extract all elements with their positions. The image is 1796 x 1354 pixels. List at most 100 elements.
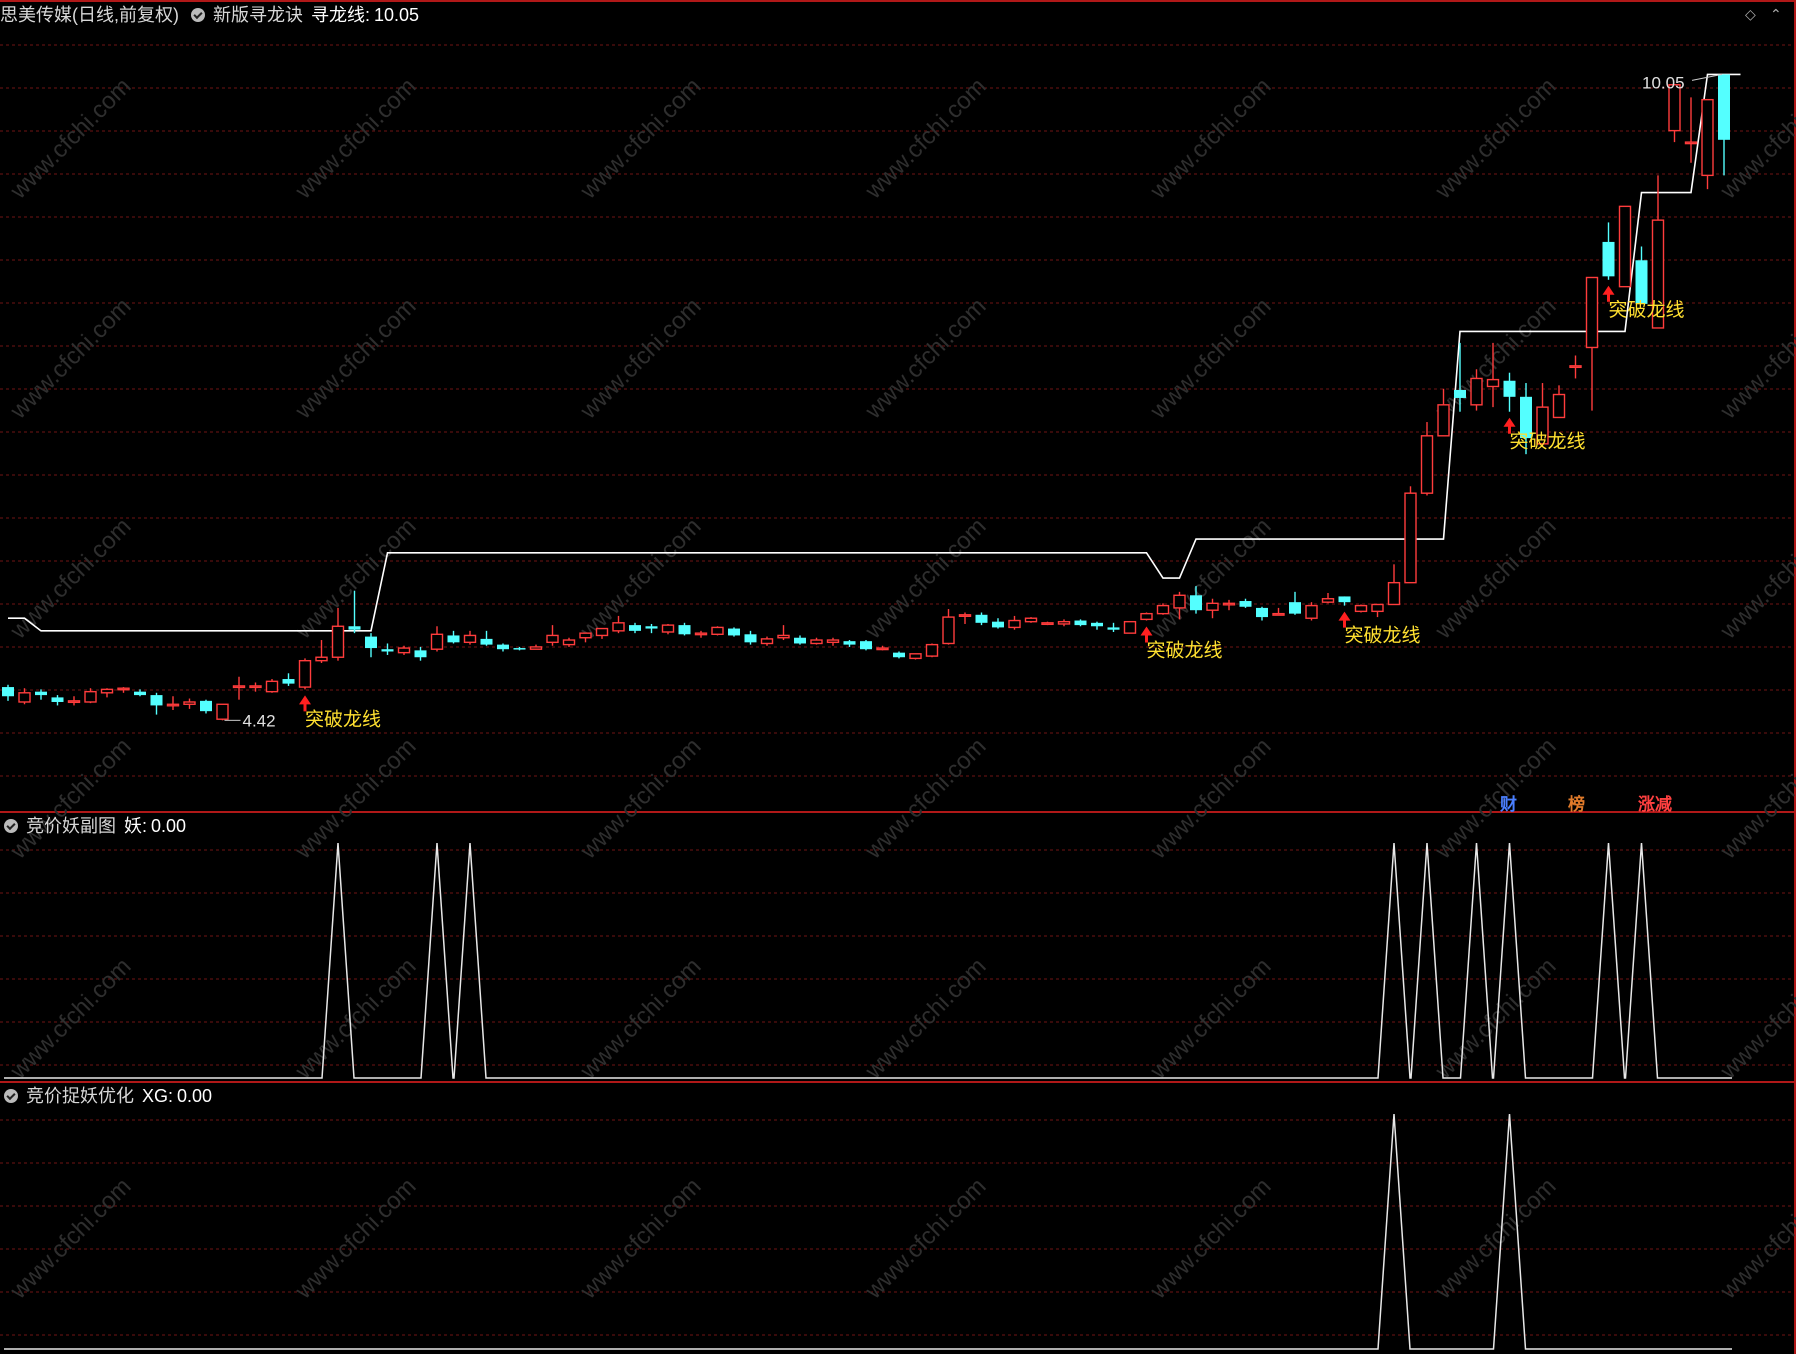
candle-body	[678, 625, 691, 635]
candle-body	[826, 639, 840, 644]
watermark: www.cfchi.com	[1429, 733, 1561, 865]
watermark: www.cfchi.com	[4, 1173, 136, 1305]
candle-body	[315, 656, 328, 662]
candle-body	[51, 697, 64, 702]
sub1-dropdown-icon[interactable]	[4, 819, 18, 833]
candle	[282, 673, 295, 686]
watermark: www.cfchi.com	[574, 293, 706, 425]
breakout-label: 突破龙线	[305, 708, 381, 730]
sub2-signal-line	[4, 1113, 1732, 1350]
watermark: www.cfchi.com	[4, 513, 136, 645]
indicator-name[interactable]: 新版寻龙诀	[213, 2, 303, 28]
candle-body	[381, 649, 394, 652]
candle	[1305, 602, 1318, 621]
candle-body	[810, 639, 823, 645]
sub1-panel-header: 竞价妖副图 妖: 0.00	[0, 813, 194, 839]
high-price-label: 10.05	[1642, 73, 1685, 92]
candle-body	[249, 685, 262, 689]
candle-body	[794, 637, 806, 644]
candle-body	[282, 679, 295, 684]
candle	[18, 688, 31, 705]
sub2-dropdown-icon[interactable]	[4, 1089, 18, 1103]
low-price-label: 4.42	[243, 711, 276, 730]
diamond-icon[interactable]: ◇	[1745, 6, 1756, 23]
watermark: www.cfchi.com	[4, 733, 136, 865]
period-label[interactable]: (日线,前复权)	[72, 2, 179, 28]
watermark: www.cfchi.com	[289, 293, 421, 425]
candle	[414, 646, 427, 661]
candle-body	[265, 680, 279, 693]
watermark: www.cfchi.com	[859, 513, 991, 645]
candle	[810, 637, 823, 645]
candle	[1569, 355, 1582, 379]
candle-body	[760, 638, 774, 645]
candle	[232, 676, 246, 700]
candle	[1684, 97, 1698, 163]
indicator-dropdown-icon[interactable]	[191, 8, 205, 22]
candle-body	[1173, 594, 1186, 609]
sub1-value: 0.00	[151, 816, 187, 836]
candle-body	[1718, 74, 1730, 140]
breakout-arrow	[1503, 417, 1516, 427]
candle	[447, 630, 460, 644]
candle-body	[843, 641, 856, 645]
stock-chart-canvas[interactable]: www.cfchi.com www.cfchi.com www.cfchi.com w…	[0, 0, 1796, 1354]
candle-body	[1437, 404, 1450, 437]
watermark: www.cfchi.com	[4, 293, 136, 425]
candle	[100, 688, 114, 698]
candle-body	[1289, 602, 1301, 614]
sub2-label: XG:	[142, 1086, 174, 1106]
watermark: www.cfchi.com	[1144, 733, 1276, 865]
watermark: www.cfchi.com	[1144, 293, 1276, 425]
candle-body	[645, 626, 658, 629]
candle	[909, 653, 922, 660]
candle-body	[1470, 377, 1483, 406]
candle	[1618, 205, 1632, 288]
candle	[2, 684, 14, 701]
breakout-label: 突破龙线	[1510, 431, 1586, 453]
candle-body	[909, 653, 922, 660]
candle-body	[216, 703, 229, 720]
candle	[893, 651, 905, 659]
candle-body	[414, 650, 427, 658]
candle	[166, 696, 180, 711]
watermark: www.cfchi.com	[574, 73, 706, 205]
candle	[744, 630, 757, 645]
candle	[711, 626, 724, 636]
candle-body	[1701, 98, 1714, 177]
candle-body	[595, 627, 609, 637]
candle	[265, 679, 279, 693]
candle-body	[1008, 619, 1021, 629]
stock-name[interactable]: 思美传媒	[0, 2, 72, 28]
candle-body	[1190, 595, 1202, 611]
candle-body	[1569, 365, 1582, 369]
candle-body	[1602, 241, 1615, 277]
collapse-icon[interactable]: ⌃	[1770, 6, 1782, 23]
candle	[117, 687, 130, 693]
candle-body	[1041, 622, 1054, 626]
candle	[546, 625, 559, 646]
candle	[1206, 598, 1219, 619]
candle	[777, 625, 790, 641]
candle	[1668, 84, 1681, 143]
candle	[794, 635, 806, 645]
candle	[1354, 604, 1368, 613]
candle	[1635, 246, 1648, 304]
candle-body	[1107, 627, 1120, 630]
badge-limit[interactable]: 涨减	[1638, 790, 1672, 815]
candle-body	[365, 636, 377, 649]
watermark: www.cfchi.com	[574, 1173, 706, 1305]
candle-body	[711, 626, 724, 635]
badge-ranking[interactable]: 榜	[1568, 790, 1585, 815]
sub2-indicator-name[interactable]: 竞价捉妖优化	[26, 1083, 134, 1109]
candle-body	[1585, 276, 1599, 349]
candle-body	[166, 703, 180, 707]
candle-body	[925, 643, 939, 657]
sub1-indicator-name[interactable]: 竞价妖副图	[26, 813, 116, 839]
candle-body	[728, 628, 740, 636]
badge-finance[interactable]: 财	[1500, 790, 1517, 815]
candle-body	[612, 622, 625, 632]
candle	[430, 626, 444, 652]
candle-body	[18, 692, 31, 703]
breakout-signal: 突破龙线	[1338, 611, 1421, 647]
